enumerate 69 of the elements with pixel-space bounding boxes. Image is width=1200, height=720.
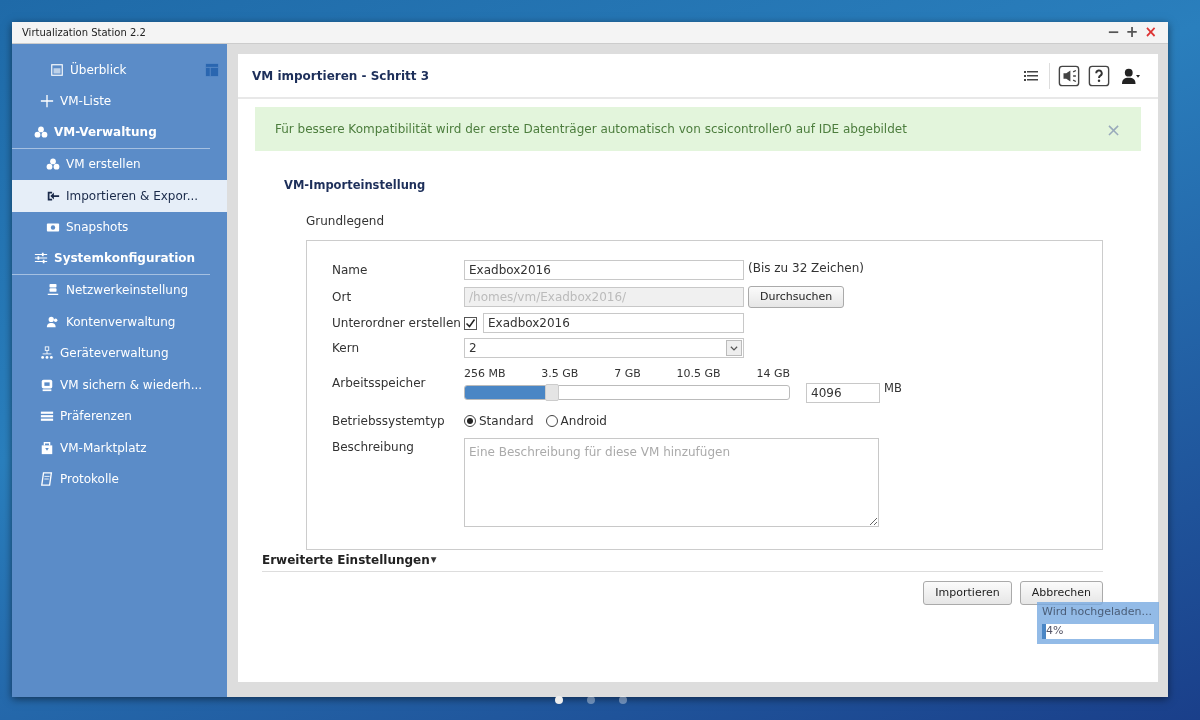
- tick-label: 3.5 GB: [541, 366, 579, 383]
- help-icon: [1088, 64, 1110, 87]
- document-icon: [40, 472, 54, 487]
- minimize-button[interactable]: −: [1104, 25, 1123, 40]
- users-icon: [46, 314, 60, 329]
- unit-label: MB: [884, 379, 902, 397]
- checkbox[interactable]: [464, 316, 477, 330]
- plus-icon: [40, 94, 54, 109]
- close-button[interactable]: ×: [1105, 115, 1121, 143]
- sliders-icon: [34, 251, 48, 266]
- page-title: VM importieren - Schritt 3: [252, 67, 430, 85]
- field-label: Name: [332, 262, 369, 280]
- speaker-icon: [1058, 64, 1080, 87]
- field-label: Unterordner erstellen: [332, 315, 462, 333]
- advanced-settings-toggle[interactable]: Erweiterte Einstellungen: [262, 550, 430, 569]
- sidebar-item[interactable]: Importieren & Expor...: [12, 180, 227, 212]
- hint-text: (Bis zu 32 Zeichen): [748, 260, 864, 278]
- list-icon: [40, 409, 54, 424]
- progress-reading: 4%: [1045, 622, 1064, 639]
- sidebar-item[interactable]: Protokolle: [12, 463, 227, 495]
- bag-icon: [40, 440, 54, 455]
- sidebar-item[interactable]: VM sichern & wiederh...: [12, 369, 227, 401]
- calendar-icon: [50, 62, 64, 77]
- tick-label: 256 MB: [464, 366, 506, 383]
- page-dot[interactable]: [555, 696, 563, 704]
- sidebar-item[interactable]: Überblick: [12, 54, 227, 86]
- layout-icon: [205, 63, 219, 78]
- caret-icon: ▾: [430, 551, 437, 569]
- network-icon: [40, 346, 54, 361]
- sidebar-item[interactable]: Netzwerkeinstellung: [12, 274, 227, 306]
- import-button[interactable]: Importieren: [923, 580, 1012, 606]
- field-label: Ort: [332, 288, 353, 306]
- field-label: Arbeitsspeicher: [332, 375, 427, 392]
- sidebar-item[interactable]: VM-Liste: [12, 85, 227, 117]
- cluster-icon: [34, 125, 48, 140]
- sidebar-item[interactable]: Snapshots: [12, 211, 227, 243]
- page-dot[interactable]: [587, 696, 595, 704]
- number-field[interactable]: 4096: [806, 382, 880, 403]
- sidebar-item[interactable]: Geräteverwaltung: [12, 337, 227, 369]
- alert-text: Für bessere Kompatibilität wird der erste Datenträger automatisch von scsicontroller0 auf IDE abgebildet: [275, 121, 907, 138]
- field-label: Beschreibung: [332, 438, 415, 456]
- description-field[interactable]: Eine Beschreibung für diese VM hinzufügen: [464, 437, 879, 527]
- tick-label: 7 GB: [614, 366, 641, 383]
- radio-option[interactable]: Android: [545, 411, 607, 430]
- window-title: Virtualization Station 2.2: [22, 26, 146, 40]
- sidebar-item[interactable]: VM-Marktplatz: [12, 432, 227, 464]
- text-field[interactable]: Exadbox2016: [483, 313, 744, 334]
- sidebar-item[interactable]: VM erstellen: [12, 148, 227, 180]
- field-label: Kern: [332, 340, 360, 358]
- section-title: VM-Importeinstellung: [284, 177, 427, 194]
- cluster-icon: [46, 157, 60, 172]
- page-dot[interactable]: [619, 696, 627, 704]
- radio-option[interactable]: Standard: [464, 411, 534, 430]
- sidebar-item[interactable]: Präferenzen: [12, 400, 227, 432]
- subsection-title: Grundlegend: [306, 213, 385, 231]
- text-field[interactable]: Exadbox2016: [464, 260, 744, 281]
- sidebar-item[interactable]: Kontenverwaltung: [12, 306, 227, 338]
- tick-label: 14 GB: [756, 366, 790, 383]
- drive-icon: [40, 377, 54, 392]
- select-field[interactable]: 2: [464, 338, 744, 359]
- server-icon: [46, 283, 60, 298]
- tick-label: 10.5 GB: [676, 366, 721, 383]
- sidebar-group[interactable]: Systemkonfiguration: [12, 243, 210, 275]
- upload-label: Wird hochgeladen...: [1042, 604, 1153, 620]
- close-button[interactable]: ×: [1141, 25, 1160, 40]
- slider-thumb[interactable]: [545, 383, 560, 401]
- sidebar-group[interactable]: VM-Verwaltung: [12, 117, 210, 149]
- field-label: Betriebssystemtyp: [332, 412, 446, 430]
- maximize-button[interactable]: +: [1122, 25, 1142, 40]
